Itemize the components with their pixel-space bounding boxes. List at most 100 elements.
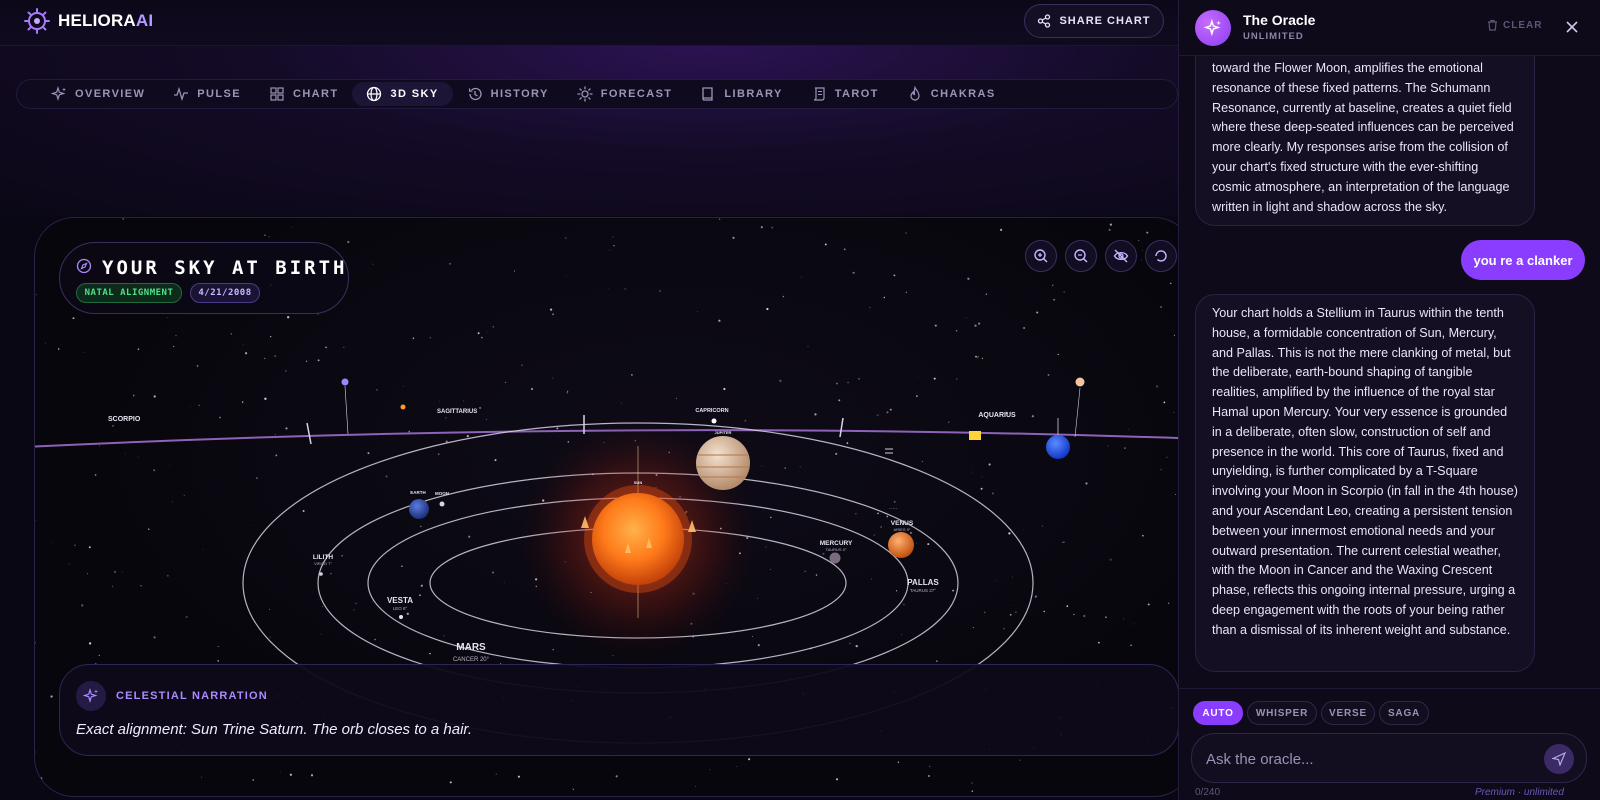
star: [449, 263, 451, 265]
star: [886, 411, 889, 414]
logo-accent-text: AI: [135, 11, 154, 30]
vesta-label: VESTA: [387, 596, 413, 605]
star: [325, 346, 327, 349]
star: [268, 236, 270, 238]
star: [1155, 385, 1159, 388]
tab-history[interactable]: HISTORY: [453, 82, 563, 106]
mercury-planet[interactable]: [829, 552, 841, 564]
zoom-out-button[interactable]: [1065, 240, 1097, 272]
sun-planet[interactable]: [592, 493, 684, 585]
oracle-input[interactable]: [1206, 746, 1526, 772]
tab-chakras[interactable]: CHAKRAS: [893, 82, 1010, 106]
star: [437, 453, 440, 455]
star: [1098, 641, 1100, 644]
celestial-narration-panel: CELESTIAL NARRATION Exact alignment: Sun…: [59, 664, 1179, 756]
star: [566, 275, 567, 277]
earth-planet[interactable]: [409, 499, 429, 519]
star: [244, 352, 248, 355]
uranus-marker[interactable]: [969, 431, 981, 440]
share-chart-button[interactable]: SHARE CHART: [1024, 4, 1164, 38]
sky-viewport[interactable]: SUN SCORPIO SAGITTARIUS CAPRICORN AQUARI…: [34, 217, 1194, 797]
star: [1053, 299, 1055, 301]
jupiter-planet[interactable]: [696, 436, 750, 490]
star: [1107, 445, 1109, 447]
chiron-point[interactable]: [341, 378, 349, 386]
zoom-in-button[interactable]: [1025, 240, 1057, 272]
star: [876, 414, 879, 417]
star: [1109, 223, 1113, 226]
saturn-point[interactable]: [400, 404, 406, 410]
mode-whisper[interactable]: WHISPER: [1247, 701, 1317, 725]
moon-label: MOON: [435, 491, 449, 496]
pulse-icon: [174, 86, 189, 102]
star: [256, 477, 258, 479]
star: [871, 578, 873, 580]
star: [45, 342, 46, 344]
tab-3d-sky-label: 3D SKY: [390, 88, 439, 100]
tab-library[interactable]: LIBRARY: [686, 82, 796, 106]
star: [99, 445, 100, 447]
birth-date-badge: 4/21/2008: [190, 283, 260, 303]
star: [521, 364, 523, 366]
tab-pulse[interactable]: PULSE: [159, 82, 255, 106]
tab-overview[interactable]: OVERVIEW: [37, 82, 159, 106]
star: [1108, 228, 1111, 232]
mode-saga[interactable]: SAGA: [1379, 701, 1429, 725]
tab-forecast[interactable]: FORECAST: [563, 82, 687, 106]
star: [285, 370, 287, 372]
plan-tier-label: Premium · unlimited: [1475, 787, 1564, 798]
star: [269, 608, 271, 610]
star: [1012, 576, 1014, 578]
star: [837, 572, 838, 574]
history-icon: [468, 87, 482, 101]
star: [269, 636, 271, 638]
star: [933, 377, 936, 380]
star: [517, 775, 520, 778]
star: [972, 471, 973, 473]
star: [631, 374, 633, 376]
mode-verse[interactable]: VERSE: [1321, 701, 1375, 725]
star: [1122, 618, 1124, 620]
neptune-planet[interactable]: [1046, 435, 1070, 459]
clear-label: CLEAR: [1503, 19, 1543, 31]
star: [1047, 373, 1050, 376]
star: [709, 769, 711, 771]
hide-labels-button[interactable]: [1105, 240, 1137, 272]
birth-info-card: YOUR SKY AT BIRTH NATAL ALIGNMENT 4/21/2…: [59, 242, 349, 314]
star: [153, 636, 156, 639]
reset-view-button[interactable]: [1145, 240, 1177, 272]
star: [1031, 415, 1034, 418]
mode-auto[interactable]: AUTO: [1193, 701, 1243, 725]
star: [217, 660, 219, 662]
close-icon[interactable]: [1563, 18, 1581, 36]
star: [1109, 558, 1112, 561]
star: [310, 774, 314, 777]
vesta-point[interactable]: [399, 615, 403, 619]
moon-planet[interactable]: [439, 501, 445, 507]
star: [846, 442, 849, 444]
app-logo[interactable]: HELIORAAI: [24, 8, 153, 34]
outer-planet[interactable]: [1075, 377, 1085, 387]
star: [999, 228, 1003, 232]
tab-tarot[interactable]: TAROT: [797, 82, 893, 106]
tab-3d-sky[interactable]: 3D SKY: [352, 82, 453, 106]
star: [372, 601, 373, 603]
flame-icon: [910, 86, 920, 101]
star: [835, 452, 838, 455]
send-button[interactable]: [1544, 744, 1574, 774]
star: [608, 288, 609, 290]
tab-chart[interactable]: CHART: [255, 82, 353, 106]
star: [355, 602, 357, 604]
star: [189, 405, 191, 407]
star: [732, 236, 735, 239]
lilith-point[interactable]: [319, 572, 323, 576]
narration-sparkle-icon: [76, 681, 106, 711]
venus-planet[interactable]: [888, 532, 914, 558]
oracle-composer: AUTOWHISPERVERSESAGA 0/240 Premium · unlim…: [1179, 688, 1600, 800]
star: [1138, 239, 1140, 241]
star: [929, 765, 931, 768]
clear-chat-button[interactable]: CLEAR: [1487, 19, 1542, 31]
star: [287, 316, 290, 319]
star: [1166, 456, 1168, 458]
star: [886, 515, 889, 518]
